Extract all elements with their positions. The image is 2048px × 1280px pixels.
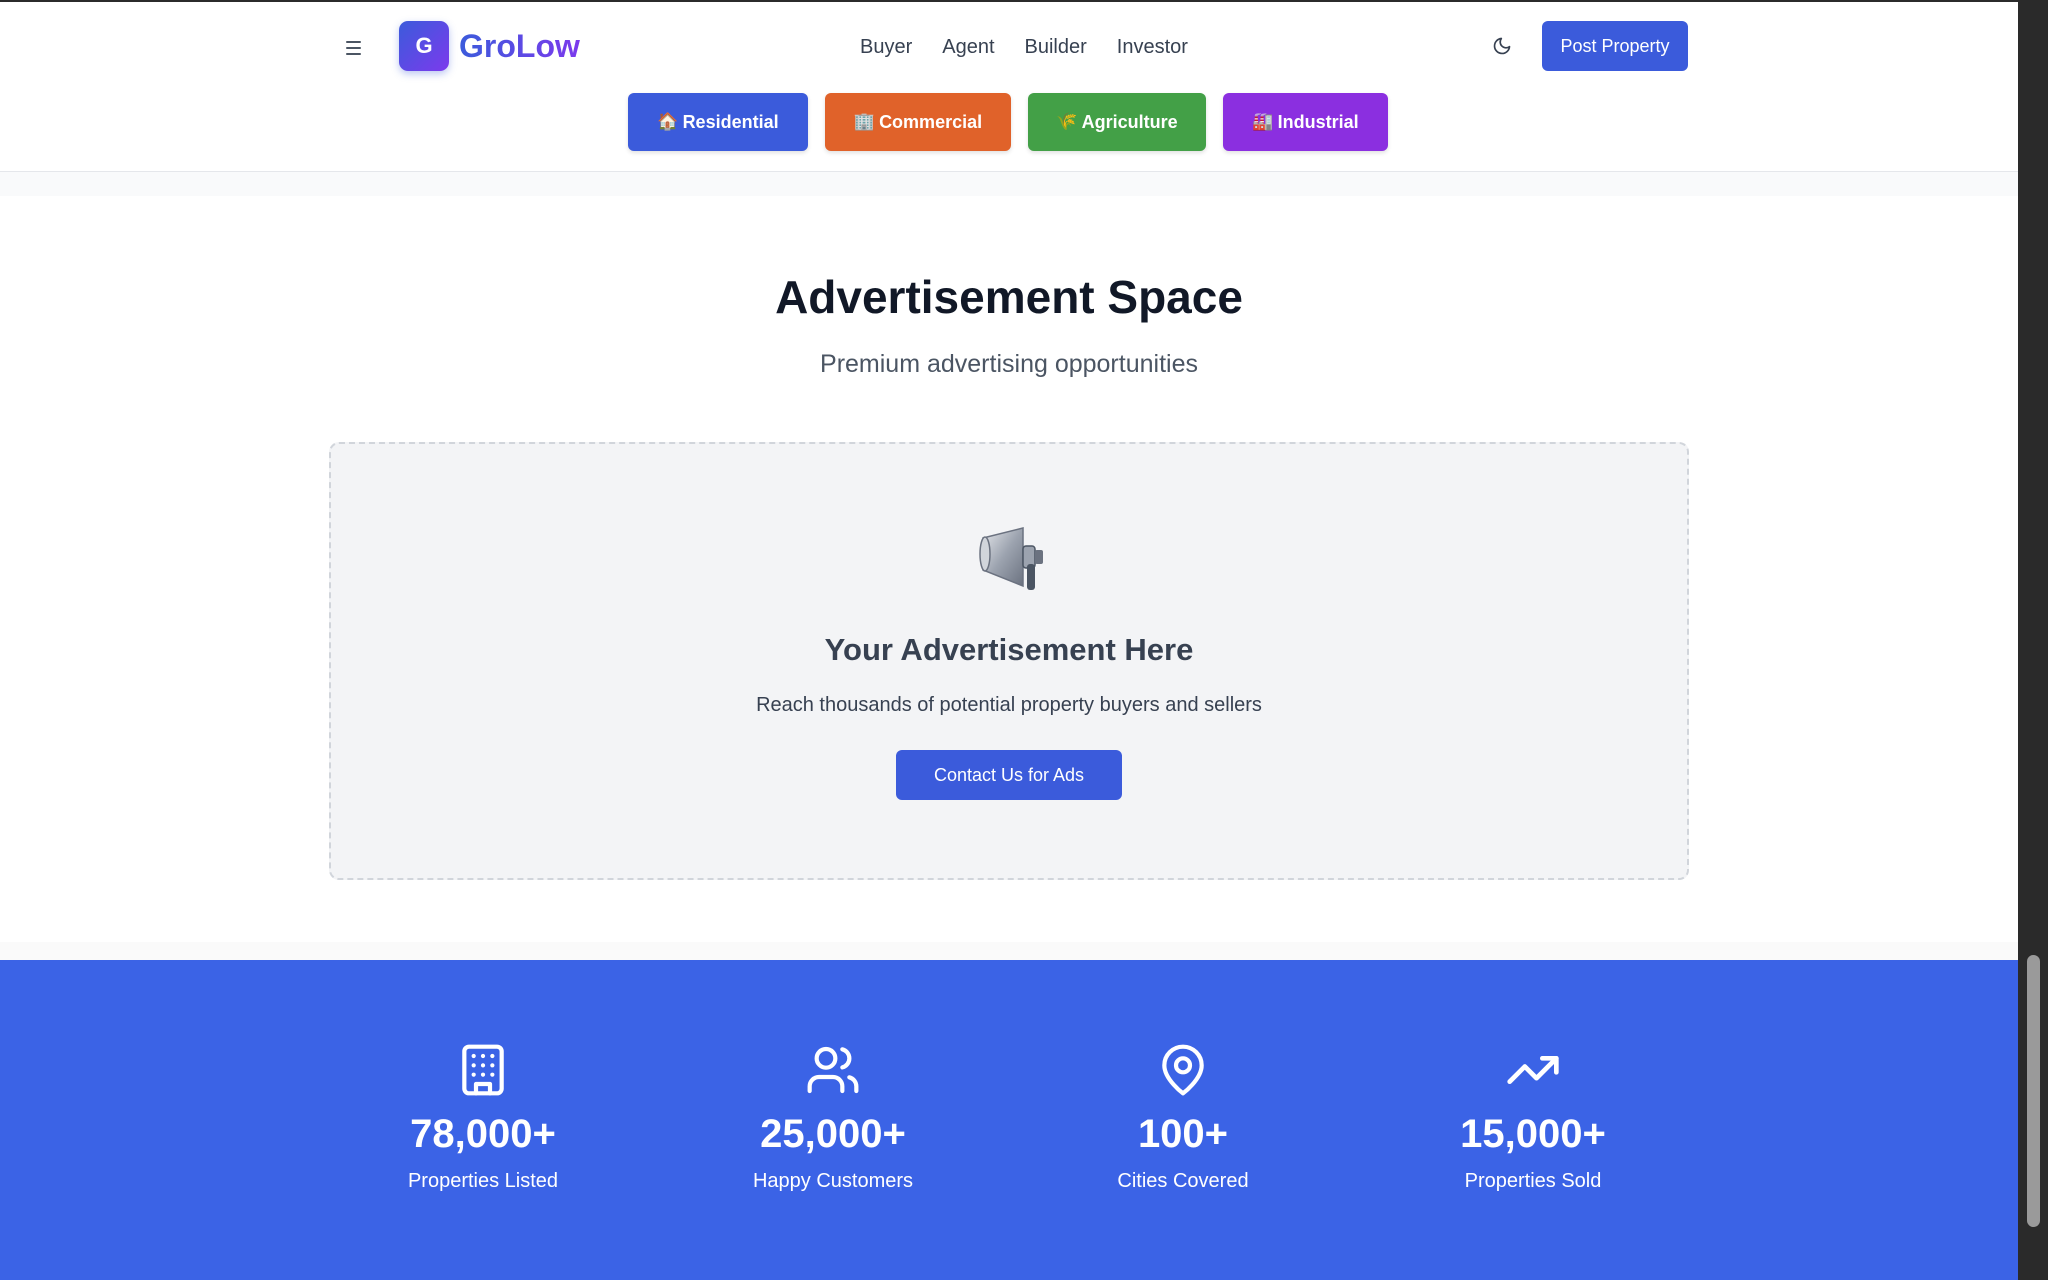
scrollbar-thumb[interactable] [2027, 955, 2040, 1227]
menu-button[interactable] [340, 30, 366, 66]
browser-viewport: G GroLow Buyer Agent Builder Investor Po… [0, 0, 2018, 1280]
stat-properties-sold: 15,000+ Properties Sold [1383, 1042, 1683, 1194]
house-icon: 🏠 [657, 112, 679, 132]
nav-link-investor[interactable]: Investor [1117, 36, 1188, 59]
stat-label: Properties Sold [1464, 1170, 1602, 1192]
ad-section-title: Advertisement Space [775, 271, 1243, 323]
main-nav: Buyer Agent Builder Investor [860, 31, 1188, 63]
header-separator-band [0, 172, 2018, 196]
stat-label: Happy Customers [752, 1170, 914, 1192]
section-separator-band [0, 942, 2018, 960]
stat-label: Properties Listed [407, 1170, 559, 1192]
office-building-icon: 🏢 [853, 112, 876, 132]
theme-toggle-button[interactable] [1489, 33, 1515, 59]
map-pin-icon [1162, 1044, 1204, 1096]
ad-box-title: Your Advertisement Here [824, 632, 1194, 667]
nav-link-agent[interactable]: Agent [942, 36, 994, 59]
logo-badge[interactable]: G [399, 21, 449, 71]
category-label: Agriculture [1081, 111, 1178, 132]
category-industrial-button[interactable]: 🏭 Industrial [1223, 93, 1388, 151]
category-bar: 🏠 Residential 🏢 Commercial 🌾 Agriculture… [628, 93, 1388, 151]
category-agriculture-button[interactable]: 🌾 Agriculture [1028, 93, 1206, 151]
megaphone-icon [979, 527, 1043, 590]
factory-icon: 🏭 [1252, 112, 1274, 132]
category-label: Commercial [879, 111, 983, 132]
stat-value: 78,000+ [410, 1112, 556, 1156]
stat-value: 100+ [1137, 1112, 1229, 1156]
stat-properties-listed: 78,000+ Properties Listed [333, 1042, 633, 1194]
moon-icon [1493, 37, 1511, 55]
vertical-scrollbar[interactable] [2018, 0, 2048, 1280]
category-label: Industrial [1277, 111, 1359, 132]
ad-section-subtitle: Premium advertising opportunities [820, 350, 1198, 378]
building-icon [462, 1044, 504, 1096]
nav-link-builder[interactable]: Builder [1025, 36, 1087, 59]
trending-up-icon [1507, 1056, 1559, 1084]
users-icon [807, 1046, 859, 1094]
stat-happy-customers: 25,000+ Happy Customers [683, 1042, 983, 1194]
stats-section: 78,000+ Properties Listed 25,000+ Happy … [0, 960, 2018, 1280]
nav-link-buyer[interactable]: Buyer [860, 36, 912, 59]
ad-box-description: Reach thousands of potential property bu… [756, 694, 1262, 716]
contact-us-for-ads-button[interactable]: Contact Us for Ads [896, 750, 1122, 800]
brand-name[interactable]: GroLow [459, 26, 580, 66]
ad-placeholder-box: Your Advertisement Here Reach thousands … [329, 442, 1689, 880]
site-header: G GroLow Buyer Agent Builder Investor Po… [0, 2, 2018, 172]
stat-value: 25,000+ [760, 1112, 906, 1156]
stat-label: Cities Covered [1117, 1170, 1249, 1192]
category-commercial-button[interactable]: 🏢 Commercial [825, 93, 1011, 151]
hamburger-icon [345, 41, 361, 43]
stat-cities-covered: 100+ Cities Covered [1033, 1042, 1333, 1194]
category-residential-button[interactable]: 🏠 Residential [628, 93, 808, 151]
stat-value: 15,000+ [1460, 1112, 1606, 1156]
post-property-button[interactable]: Post Property [1542, 21, 1688, 71]
category-label: Residential [682, 111, 779, 132]
wheat-icon: 🌾 [1056, 112, 1078, 132]
